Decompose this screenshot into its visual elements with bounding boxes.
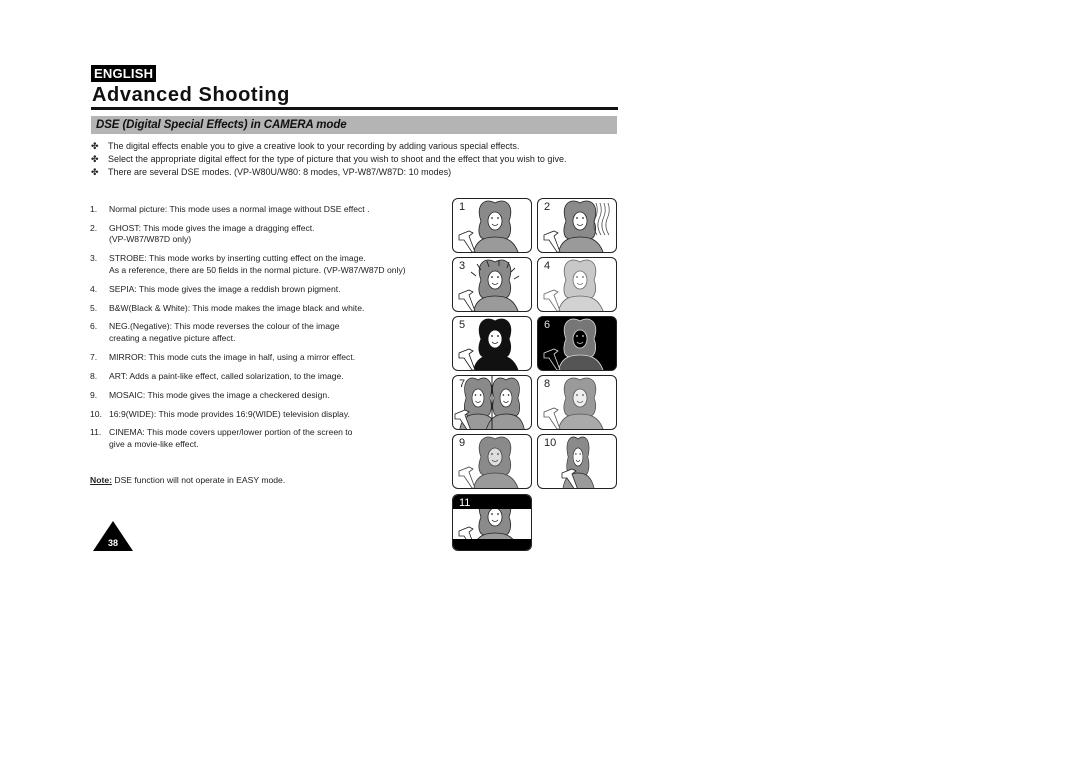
thumbnail-negative: 6 [537, 316, 617, 371]
section-title: DSE (Digital Special Effects) in CAMERA … [96, 119, 347, 131]
intro-item: ✤ Select the appropriate digital effect … [91, 153, 631, 166]
intro-item: ✤ The digital effects enable you to give… [91, 140, 631, 153]
thumbnail-mosaic: 9 [452, 434, 532, 489]
thumbnail-number: 2 [544, 201, 551, 213]
mode-description: Normal picture: This mode uses a normal … [109, 204, 370, 214]
mode-number: 9. [90, 389, 98, 400]
mode-number: 6. [90, 321, 98, 332]
note-text: DSE function will not operate in EASY mo… [111, 475, 286, 485]
thumbnail-number: 4 [544, 260, 551, 272]
intro-list: ✤ The digital effects enable you to give… [91, 140, 631, 179]
intro-text: Select the appropriate digital effect fo… [108, 154, 567, 164]
mode-item-art: 8. ART: Adds a paint-like effect, called … [90, 371, 440, 383]
note: Note: DSE function will not operate in E… [90, 475, 285, 485]
page-number: 38 [107, 538, 118, 548]
thumbnail-normal: 1 [452, 198, 532, 253]
thumbnail-sepia: 4 [537, 257, 617, 312]
ornament-bullet-icon: ✤ [91, 154, 99, 164]
mode-item-mosaic: 9. MOSAIC: This mode gives the image a ch… [90, 390, 440, 402]
mode-number: 8. [90, 370, 98, 381]
mode-number: 2. [90, 222, 98, 233]
thumbnail-number: 8 [544, 378, 551, 390]
thumbnail-black-and-white: 5 [452, 316, 532, 371]
mode-number: 11. [90, 427, 102, 438]
mode-number: 1. [90, 204, 98, 214]
mode-item-cinema: 11. CINEMA: This mode covers upper/lower … [90, 427, 440, 450]
thumbnail-mirror: 7 [452, 375, 532, 430]
page-number-marker: 38 [93, 521, 133, 551]
ornament-bullet-icon: ✤ [91, 141, 99, 151]
thumbnail-cinema: 11 [452, 494, 532, 551]
thumbnail-number: 10 [544, 437, 557, 449]
language-badge: ENGLISH [91, 65, 157, 82]
mode-item-strobe: 3. STROBE: This mode works by inserting c… [90, 253, 440, 276]
mode-item-normal: 1. Normal picture: This mode uses a norma… [90, 204, 440, 216]
mode-description: CINEMA: This mode covers upper/lower por… [109, 427, 353, 449]
thumbnail-ghost: 2 [537, 198, 617, 253]
intro-text: There are several DSE modes. (VP-W80U/W8… [108, 167, 452, 177]
mode-number: 4. [90, 283, 98, 294]
intro-item: ✤ There are several DSE modes. (VP-W80U/… [91, 166, 631, 179]
mode-description: STROBE: This mode works by inserting cut… [109, 253, 406, 275]
mode-description: ART: Adds a paint-like effect, called so… [109, 370, 344, 381]
thumbnail-number: 9 [459, 437, 466, 449]
mode-description: NEG.(Negative): This mode reverses the c… [109, 321, 340, 343]
mode-description: B&W(Black & White): This mode makes the … [109, 302, 365, 313]
mode-description: MIRROR: This mode cuts the image in half… [109, 351, 356, 362]
thumbnail-number: 1 [459, 201, 466, 213]
mode-number: 3. [90, 253, 98, 264]
thumbnail-art: 8 [537, 375, 617, 430]
thumbnail-number: 6 [544, 319, 551, 331]
mode-description: 16:9(WIDE): This mode provides 16:9(WIDE… [109, 408, 350, 419]
mode-number: 10. [90, 408, 102, 419]
intro-text: The digital effects enable you to give a… [108, 141, 520, 151]
thumbnail-strobe: 3 [452, 257, 532, 312]
mode-item-ghost: 2. GHOST: This mode gives the image a dra… [90, 223, 440, 246]
mode-item-bw: 5. B&W(Black & White): This mode makes th… [90, 303, 440, 315]
mode-item-wide: 10. 16:9(WIDE): This mode provides 16:9(W… [90, 409, 440, 421]
page-title: Advanced Shooting [92, 84, 290, 106]
mode-item-sepia: 4. SEPIA: This mode gives the image a red… [90, 284, 440, 296]
dse-mode-list: 1. Normal picture: This mode uses a norma… [90, 204, 440, 458]
thumbnail-number: 5 [459, 319, 466, 331]
title-divider [91, 107, 618, 110]
thumbnail-number: 7 [459, 378, 466, 390]
thumbnail-number: 11 [459, 497, 471, 509]
thumbnail-wide: 10 [537, 434, 617, 489]
mode-number: 5. [90, 302, 98, 313]
note-label: Note: [90, 475, 112, 485]
mode-item-negative: 6. NEG.(Negative): This mode reverses the… [90, 321, 440, 344]
mode-description: MOSAIC: This mode gives the image a chec… [109, 389, 330, 400]
mode-item-mirror: 7. MIRROR: This mode cuts the image in ha… [90, 352, 440, 364]
thumbnail-number: 3 [459, 260, 466, 272]
mode-description: GHOST: This mode gives the image a dragg… [109, 222, 315, 245]
ornament-bullet-icon: ✤ [91, 167, 99, 177]
mode-number: 7. [90, 351, 98, 362]
mode-description: SEPIA: This mode gives the image a reddi… [109, 283, 341, 294]
